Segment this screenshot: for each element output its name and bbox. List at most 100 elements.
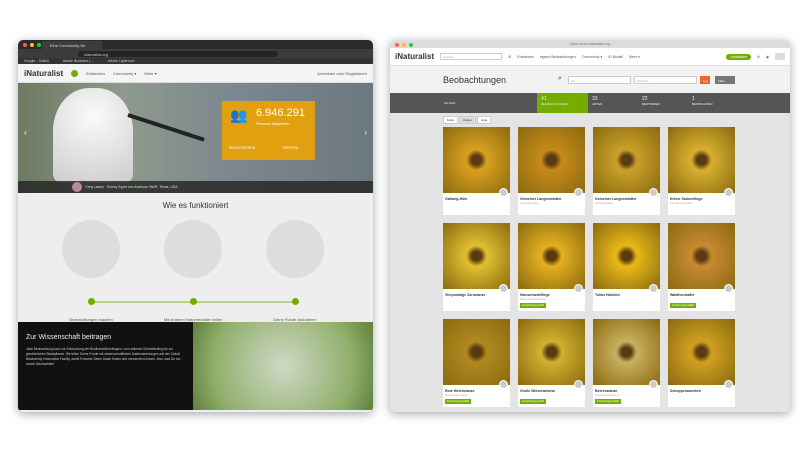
user-avatar-icon[interactable] (649, 188, 658, 197)
observation-card[interactable]: Schuppenameisen ▪ (668, 319, 735, 407)
user-avatar-icon[interactable] (499, 188, 508, 197)
science-title: Zur Wissenschaft beitragen (26, 334, 112, 341)
member-count: 6.946.291 (256, 107, 305, 119)
user-avatar-icon[interactable] (649, 380, 658, 389)
observation-photo[interactable] (443, 223, 510, 293)
browser-tab[interactable]: Eine Community für Naturfor… (42, 41, 102, 53)
right-browser-window: https://www.inaturalist.org iNaturalist … (390, 40, 790, 412)
species-input[interactable]: Art (568, 76, 631, 84)
view-grid[interactable]: Raster (459, 116, 477, 124)
comment-icon: ▪ (731, 209, 732, 212)
stat-species[interactable]: 33 ARTEN (588, 93, 606, 113)
observation-card[interactable]: Beerenwanze Dolycoris baccarum Forschung… (593, 319, 660, 407)
search-icon: ⌕ (558, 75, 562, 82)
go-button[interactable]: Los (700, 76, 710, 84)
observation-card[interactable]: Waldhornkäfer Forschungsqualität ▪ (668, 223, 735, 311)
messages-icon[interactable]: ✉ (757, 55, 760, 59)
user-avatar-icon[interactable] (499, 284, 508, 293)
user-avatar-icon[interactable] (574, 380, 583, 389)
upload-button[interactable]: Hochladen (726, 53, 751, 60)
user-avatar-icon[interactable] (574, 284, 583, 293)
observation-photo[interactable] (443, 319, 510, 389)
notifications-icon[interactable]: ◉ (766, 55, 769, 59)
quality-badge: Forschungsqualität (520, 399, 546, 404)
title-bar: Eine Community für Naturfor… (18, 40, 373, 53)
observation-photo[interactable] (518, 223, 585, 293)
nav-community[interactable]: Community ▾ (582, 55, 602, 59)
user-avatar-icon[interactable] (574, 188, 583, 197)
observation-photo[interactable] (443, 127, 510, 197)
site-nav: iNaturalist Suchen ⚙ Entdecken eigene Be… (390, 48, 790, 66)
quality-badge: Forschungsqualität (595, 399, 621, 404)
observation-sci-name: Fannia canicularis (670, 201, 693, 205)
place-input[interactable]: Standort (634, 76, 697, 84)
search-input[interactable]: Suchen (440, 53, 503, 60)
comment-icon: ▪ (731, 401, 732, 404)
register-button[interactable]: REGISTRIEREN (229, 146, 255, 150)
logo[interactable]: iNaturalist (24, 69, 63, 78)
nav-explore[interactable]: Entdecken (86, 71, 105, 76)
prev-arrow-icon[interactable]: ‹ (24, 128, 27, 137)
next-arrow-icon[interactable]: › (364, 128, 367, 137)
observation-photo[interactable] (593, 319, 660, 389)
observation-photo[interactable] (518, 319, 585, 389)
observation-card[interactable]: Gallweg-Hüte ▪ (443, 127, 510, 215)
how-title: Wie es funktioniert (162, 201, 229, 210)
logo[interactable]: iNaturalist (395, 52, 434, 61)
observation-card[interactable]: Vierpunktige Zornwanze ▪ (443, 223, 510, 311)
stat-identifiers[interactable]: 22 BESTIMMER (638, 93, 664, 113)
comment-icon: ▪ (506, 401, 507, 404)
avatar (72, 182, 82, 192)
nav-id-model[interactable]: iD-Modell (608, 55, 623, 59)
observation-photo[interactable] (668, 127, 735, 197)
address-bar[interactable]: inaturalist.org (78, 50, 278, 57)
hero: ‹ › 👥 6.946.291 Personen beigetreten REG… (18, 83, 373, 193)
login-link[interactable]: Anmelden oder Registrieren (317, 71, 367, 76)
observation-photo[interactable] (668, 223, 735, 293)
quality-badge: Forschungsqualität (670, 303, 696, 308)
observation-photo[interactable] (593, 127, 660, 197)
observation-card[interactable]: Große Wiesenameise Forschungsqualität ▪ (518, 319, 585, 407)
observation-photo[interactable] (593, 223, 660, 293)
view-map[interactable]: Karte (443, 116, 459, 124)
toolbar: inaturalist.org (18, 49, 373, 58)
science-text: Jede Beobachtung kann zur Erforschung de… (26, 347, 181, 366)
view-list[interactable]: Liste (477, 116, 492, 124)
user-avatar-icon[interactable] (724, 380, 733, 389)
user-avatar-icon[interactable] (499, 380, 508, 389)
observation-card[interactable]: Gemeiner Langhornkäfer Cerambycidae ▪ (518, 127, 585, 215)
user-menu[interactable] (775, 53, 785, 60)
caption-user[interactable]: Greg Lasley (85, 185, 104, 189)
observation-card[interactable]: Kleine Stubenfliege Fannia canicularis ▪ (668, 127, 735, 215)
user-avatar-icon[interactable] (649, 284, 658, 293)
address-bar[interactable]: https://www.inaturalist.org (570, 42, 610, 46)
gear-icon[interactable]: ⚙ (508, 55, 511, 59)
bookmark[interactable]: Google – Kalkül (24, 59, 49, 63)
stat-observations[interactable]: 41 BEOBACHTUNGEN (537, 93, 588, 113)
observation-card[interactable]: Gemeiner Langhornkäfer Cerambycidae ▪ (593, 127, 660, 215)
nav-more[interactable]: Mehr ▾ (629, 55, 640, 59)
observation-photo[interactable] (518, 127, 585, 197)
nav-more[interactable]: Mehr ▾ (144, 71, 156, 76)
nav-explore[interactable]: Entdecken (517, 55, 534, 59)
title-bar: https://www.inaturalist.org (390, 40, 790, 48)
filter-button[interactable]: Filter (715, 76, 735, 84)
view-toggle: Karte Raster Liste (443, 116, 492, 124)
user-avatar-icon[interactable] (724, 284, 733, 293)
bookmark[interactable]: Adobe Lightroom (108, 59, 135, 63)
bookmark[interactable]: Adobe Illustrator (… (63, 59, 94, 63)
observation-card[interactable]: Rote Weichwanze Deraeocoris ruber Forsch… (443, 319, 510, 407)
stat-observers[interactable]: 1 BEOBACHTER (688, 93, 717, 113)
phone-caterpillar-icon (62, 220, 120, 278)
observation-card[interactable]: Hainschwebfliege Episyrphus balteatus Fo… (518, 223, 585, 311)
comment-icon: ▪ (656, 401, 657, 404)
nav-community[interactable]: Community ▾ (113, 71, 136, 76)
place-label: Die Welt (444, 101, 456, 105)
user-avatar-icon[interactable] (724, 188, 733, 197)
observation-photo[interactable] (668, 319, 735, 389)
nav-my-observations[interactable]: eigene Beobachtungen (540, 55, 576, 59)
meet-button[interactable]: TREFFEN (282, 146, 298, 150)
observation-card[interactable]: Tolius Halictini ▪ (593, 223, 660, 311)
comment-icon: ▪ (581, 209, 582, 212)
comment-icon: ▪ (506, 209, 507, 212)
